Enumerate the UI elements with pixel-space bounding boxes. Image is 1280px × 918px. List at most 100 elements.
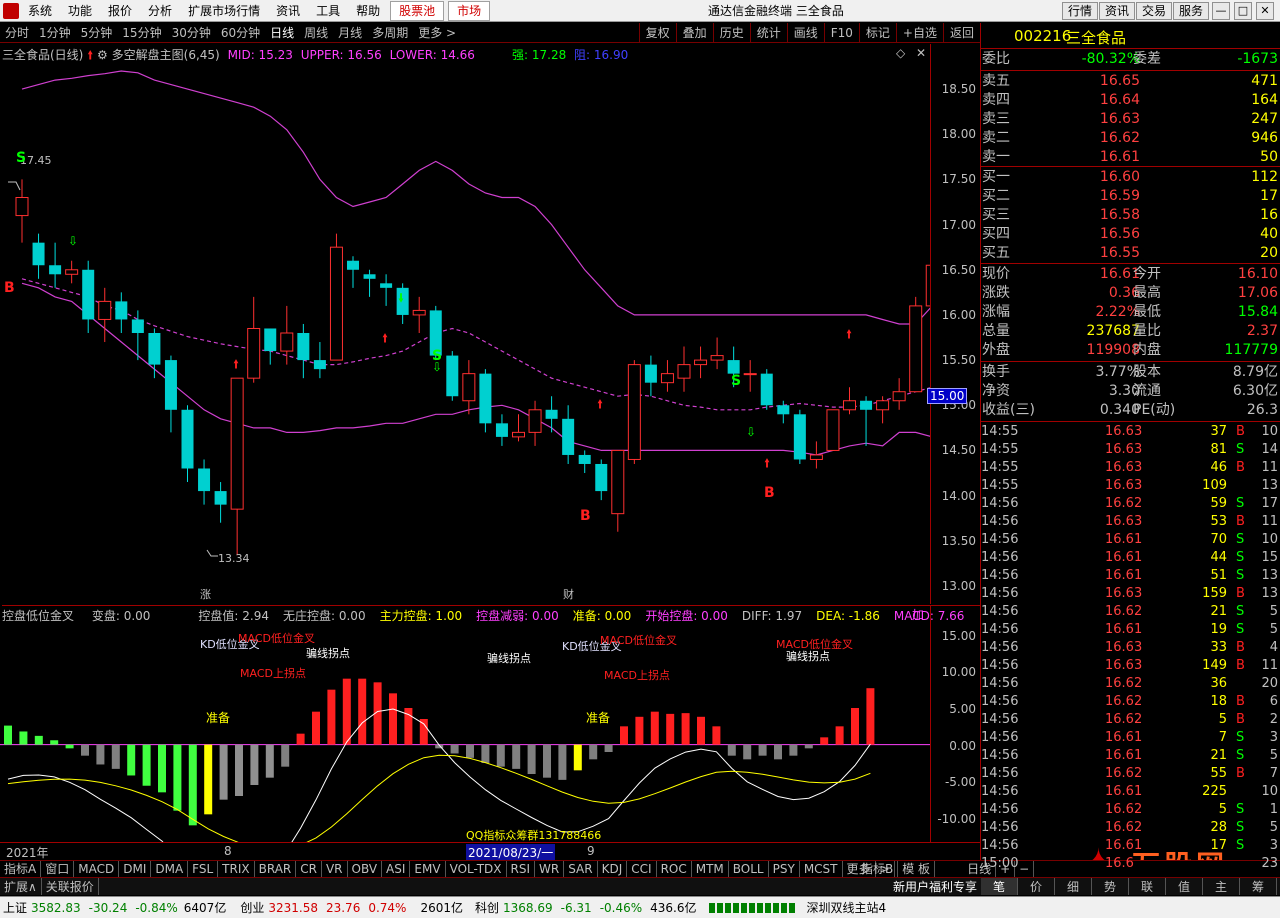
indicator-tab-20[interactable]: MTM bbox=[692, 861, 729, 877]
indicator-tab-8[interactable]: CR bbox=[296, 861, 322, 877]
menu-item-2[interactable]: 报价 bbox=[100, 0, 140, 21]
trade-button[interactable]: 交易 bbox=[1136, 2, 1173, 20]
candle-24[interactable] bbox=[412, 296, 426, 333]
candle-4[interactable] bbox=[82, 260, 95, 333]
period-tab-2[interactable]: 5分钟 bbox=[76, 23, 118, 42]
candle-16[interactable] bbox=[280, 305, 294, 365]
indicator-tab-6[interactable]: TRIX bbox=[218, 861, 255, 877]
candle-9[interactable] bbox=[164, 355, 177, 433]
candle-36[interactable] bbox=[611, 449, 625, 532]
candle-12[interactable] bbox=[214, 482, 227, 523]
tick-row-18[interactable]: 14:56 16.61 21 S 5 bbox=[981, 747, 1280, 765]
tool-button-8[interactable]: 返回 bbox=[942, 23, 980, 42]
indicator-tab-12[interactable]: EMV bbox=[410, 861, 446, 877]
candle-29[interactable] bbox=[495, 414, 508, 446]
candle-53[interactable] bbox=[892, 378, 906, 410]
candle-21[interactable] bbox=[363, 269, 376, 297]
indicator-right-tab-0[interactable]: 指标B bbox=[857, 861, 899, 877]
bid-row-3[interactable]: 买四 16.56 40 bbox=[981, 225, 1280, 244]
tool-button-2[interactable]: 历史 bbox=[712, 23, 750, 42]
menu-item-1[interactable]: 功能 bbox=[60, 0, 100, 21]
indicator-tab-18[interactable]: CCI bbox=[627, 861, 657, 877]
indicator-tab-11[interactable]: ASI bbox=[382, 861, 411, 877]
indicator-tab-9[interactable]: VR bbox=[322, 861, 348, 877]
quote-button[interactable]: 行情 bbox=[1062, 2, 1099, 20]
tick-row-15[interactable]: 14:56 16.62 18 B 6 bbox=[981, 693, 1280, 711]
bid-row-2[interactable]: 买三 16.58 16 bbox=[981, 206, 1280, 225]
candle-13[interactable] bbox=[230, 377, 244, 556]
candle-14[interactable] bbox=[247, 296, 261, 383]
candle-11[interactable] bbox=[198, 459, 211, 505]
news-button[interactable]: 资讯 bbox=[1099, 2, 1136, 20]
tick-row-17[interactable]: 14:56 16.61 7 S 3 bbox=[981, 729, 1280, 747]
candle-50[interactable] bbox=[843, 387, 856, 415]
tick-row-10[interactable]: 14:56 16.62 21 S 5 bbox=[981, 603, 1280, 621]
tick-row-7[interactable]: 14:56 16.61 44 S 15 bbox=[981, 549, 1280, 567]
tick-row-22[interactable]: 14:56 16.62 28 S 5 bbox=[981, 819, 1280, 837]
indicator-tab-17[interactable]: KDJ bbox=[598, 861, 628, 877]
tick-row-11[interactable]: 14:56 16.61 19 S 5 bbox=[981, 621, 1280, 639]
tick-row-24[interactable]: 15:00 16.6 23 bbox=[981, 855, 1280, 873]
close-chart-icon[interactable]: ✕ bbox=[916, 46, 926, 60]
stat-row-2[interactable]: 涨幅 2.22% 最低 15.84 bbox=[981, 303, 1280, 322]
app-logo-icon[interactable] bbox=[3, 3, 19, 19]
maximize-icon[interactable]: □ bbox=[1234, 2, 1252, 20]
tick-row-20[interactable]: 14:56 16.61 225 10 bbox=[981, 783, 1280, 801]
market-button[interactable]: 市场 bbox=[448, 0, 491, 21]
indicator-tab-4[interactable]: DMA bbox=[151, 861, 189, 877]
tick-row-1[interactable]: 14:55 16.63 81 S 14 bbox=[981, 441, 1280, 459]
stat-row-4[interactable]: 外盘 119908 内盘 117779 bbox=[981, 341, 1280, 360]
candle-46[interactable] bbox=[777, 400, 790, 424]
tick-row-23[interactable]: 14:56 16.61 17 S 3 bbox=[981, 837, 1280, 855]
quote-tab-4[interactable]: 联 bbox=[1129, 878, 1166, 895]
candle-52[interactable] bbox=[876, 396, 890, 424]
indicator-right-tab-1[interactable]: 模 板 bbox=[898, 861, 936, 877]
tick-row-8[interactable]: 14:56 16.61 51 S 13 bbox=[981, 567, 1280, 585]
stat2-row-0[interactable]: 换手 3.77% 股本 8.79亿 bbox=[981, 363, 1280, 382]
server-label[interactable]: 深圳双线主站4 bbox=[807, 897, 887, 918]
tick-row-21[interactable]: 14:56 16.62 5 S 1 bbox=[981, 801, 1280, 819]
indicator-tab-14[interactable]: RSI bbox=[507, 861, 536, 877]
ask-row-0[interactable]: 卖五 16.65 471 bbox=[981, 72, 1280, 91]
period-tab-4[interactable]: 30分钟 bbox=[167, 23, 216, 42]
ask-row-4[interactable]: 卖一 16.61 50 bbox=[981, 148, 1280, 167]
tick-row-12[interactable]: 14:56 16.63 33 B 4 bbox=[981, 639, 1280, 657]
period-tab-1[interactable]: 1分钟 bbox=[34, 23, 76, 42]
indicator-tab-1[interactable]: 窗口 bbox=[41, 861, 75, 877]
stock-pool-button[interactable]: 股票池 bbox=[390, 0, 445, 21]
ask-row-3[interactable]: 卖二 16.62 946 bbox=[981, 129, 1280, 148]
candle-39[interactable] bbox=[660, 360, 674, 392]
quote-tab-1[interactable]: 价 bbox=[1018, 878, 1055, 895]
indicator-tab-5[interactable]: FSL bbox=[188, 861, 219, 877]
menu-item-3[interactable]: 分析 bbox=[140, 0, 180, 21]
candle-41[interactable] bbox=[694, 346, 708, 379]
period-tab-9[interactable]: 多周期 bbox=[367, 23, 413, 42]
menu-item-4[interactable]: 扩展市场行情 bbox=[180, 0, 268, 21]
candle-1[interactable] bbox=[32, 233, 45, 279]
period-tab-7[interactable]: 周线 bbox=[299, 23, 333, 42]
candle-51[interactable] bbox=[860, 396, 873, 446]
stat-row-3[interactable]: 总量 237687 量比 2.37 bbox=[981, 322, 1280, 341]
tick-row-2[interactable]: 14:55 16.63 46 B 11 bbox=[981, 459, 1280, 477]
candle-6[interactable] bbox=[115, 292, 128, 333]
quote-tab-2[interactable]: 细 bbox=[1055, 878, 1092, 895]
tick-row-3[interactable]: 14:55 16.63 109 13 bbox=[981, 477, 1280, 495]
main-formula-name[interactable]: 多空解盘主图(6,45) bbox=[112, 48, 220, 62]
candle-0[interactable] bbox=[15, 179, 29, 243]
sub-ind-name[interactable]: 控盘低位金叉 bbox=[2, 609, 74, 623]
candle-35[interactable] bbox=[595, 459, 608, 501]
close-icon[interactable]: ✕ bbox=[1256, 2, 1274, 20]
quote-tab-5[interactable]: 值 bbox=[1166, 878, 1203, 895]
kline-chart[interactable]: 17.4513.34SSSBBB涨 财⇩🠛⇩⇩🠙🠙🠙🠙🠙准备 准备KD低位金叉 KD低… bbox=[0, 62, 930, 844]
candle-38[interactable] bbox=[644, 355, 657, 397]
indicator-tab-3[interactable]: DMI bbox=[119, 861, 152, 877]
period-tab-3[interactable]: 15分钟 bbox=[117, 23, 166, 42]
candle-32[interactable] bbox=[545, 396, 558, 433]
tick-row-6[interactable]: 14:56 16.61 70 S 10 bbox=[981, 531, 1280, 549]
candle-44[interactable] bbox=[743, 360, 757, 392]
candle-48[interactable] bbox=[809, 441, 823, 469]
candle-18[interactable] bbox=[313, 342, 326, 379]
menu-item-0[interactable]: 系统 bbox=[20, 0, 60, 21]
indicator-tab-23[interactable]: MCST bbox=[800, 861, 843, 877]
candle-34[interactable] bbox=[578, 450, 591, 474]
